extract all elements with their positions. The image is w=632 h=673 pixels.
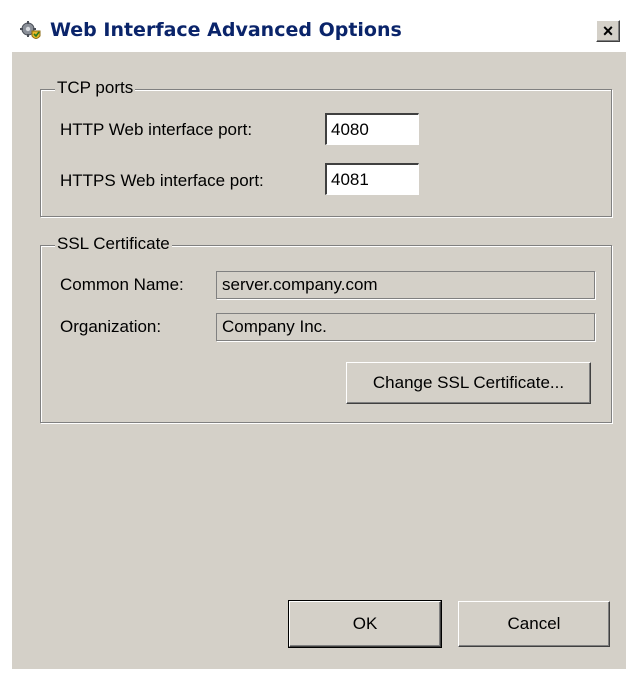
http-port-label: HTTP Web interface port: [60,120,253,139]
organization-label: Organization: [60,317,162,336]
cancel-button[interactable]: Cancel [458,601,610,647]
tcp-ports-legend: TCP ports [55,78,136,98]
https-port-input[interactable] [325,163,419,195]
close-icon: × [602,21,614,41]
ssl-certificate-legend: SSL Certificate [55,234,172,254]
http-port-input[interactable] [325,113,419,145]
title-bar[interactable]: Web Interface Advanced Options × [12,12,626,52]
ok-button[interactable]: OK [288,600,442,648]
https-port-label: HTTPS Web interface port: [60,171,264,190]
close-button[interactable]: × [596,20,620,42]
dialog-window: Web Interface Advanced Options × TCP por… [12,12,626,669]
window-title: Web Interface Advanced Options [50,19,402,41]
app-icon [20,20,42,42]
common-name-field: server.company.com [216,271,595,299]
tcp-ports-group [40,89,612,217]
common-name-label: Common Name: [60,275,184,294]
change-ssl-certificate-button[interactable]: Change SSL Certificate... [346,362,591,404]
organization-field: Company Inc. [216,313,595,341]
